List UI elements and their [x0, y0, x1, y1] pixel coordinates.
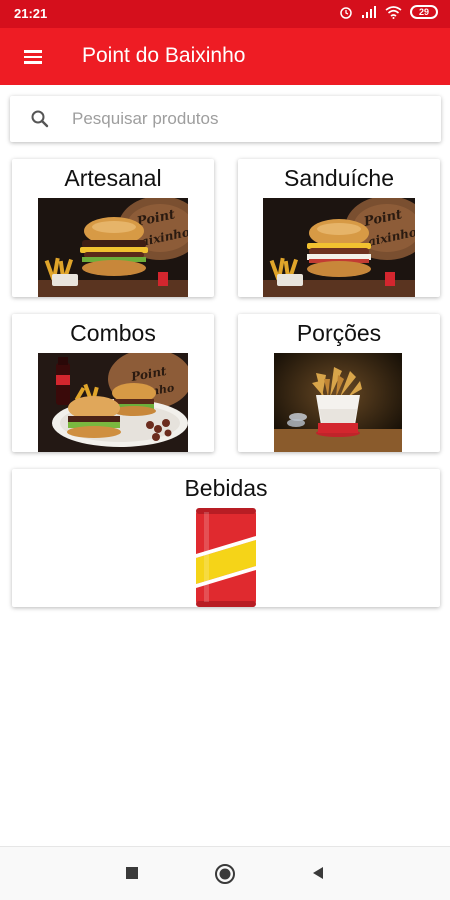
recent-apps-button[interactable]: [124, 865, 140, 881]
bebidas-can-image: [194, 508, 258, 607]
category-label: Porções: [296, 320, 382, 346]
back-button[interactable]: [310, 865, 326, 881]
home-button[interactable]: [214, 863, 236, 885]
alarm-icon: [340, 7, 352, 19]
category-card-porcoes[interactable]: Porções: [238, 314, 440, 452]
app-bar: Point do Baixinho: [0, 28, 450, 85]
system-nav-bar: [0, 846, 450, 900]
app-title: Point do Baixinho: [82, 44, 246, 67]
sanduiche-image: Point aixinho: [263, 198, 415, 297]
signal-icon: [362, 5, 376, 18]
category-card-bebidas[interactable]: Bebidas: [12, 469, 440, 607]
wifi-icon: [385, 5, 402, 19]
category-label: Sanduíche: [284, 165, 394, 191]
artesanal-image: Point aixinho: [38, 198, 188, 297]
category-card-combos[interactable]: Combos Point aixinho: [12, 314, 214, 452]
status-bar: 21:21 29: [0, 0, 450, 28]
menu-icon[interactable]: [24, 47, 50, 67]
search-icon: [31, 110, 49, 128]
status-icons: 29: [339, 5, 438, 19]
category-label: Bebidas: [184, 475, 268, 501]
category-label: Combos: [70, 320, 156, 346]
category-label: Artesanal: [64, 165, 162, 191]
category-card-sanduiche[interactable]: Sanduíche Point aixinho: [238, 159, 440, 297]
combos-image: Point aixinho: [38, 353, 188, 452]
status-time: 21:21: [14, 6, 48, 21]
porcoes-image: [274, 353, 402, 452]
search-input[interactable]: [72, 104, 422, 134]
search-bar: [10, 96, 441, 142]
category-card-artesanal[interactable]: Artesanal Point aixinho: [12, 159, 214, 297]
battery-icon: 29: [410, 5, 438, 19]
